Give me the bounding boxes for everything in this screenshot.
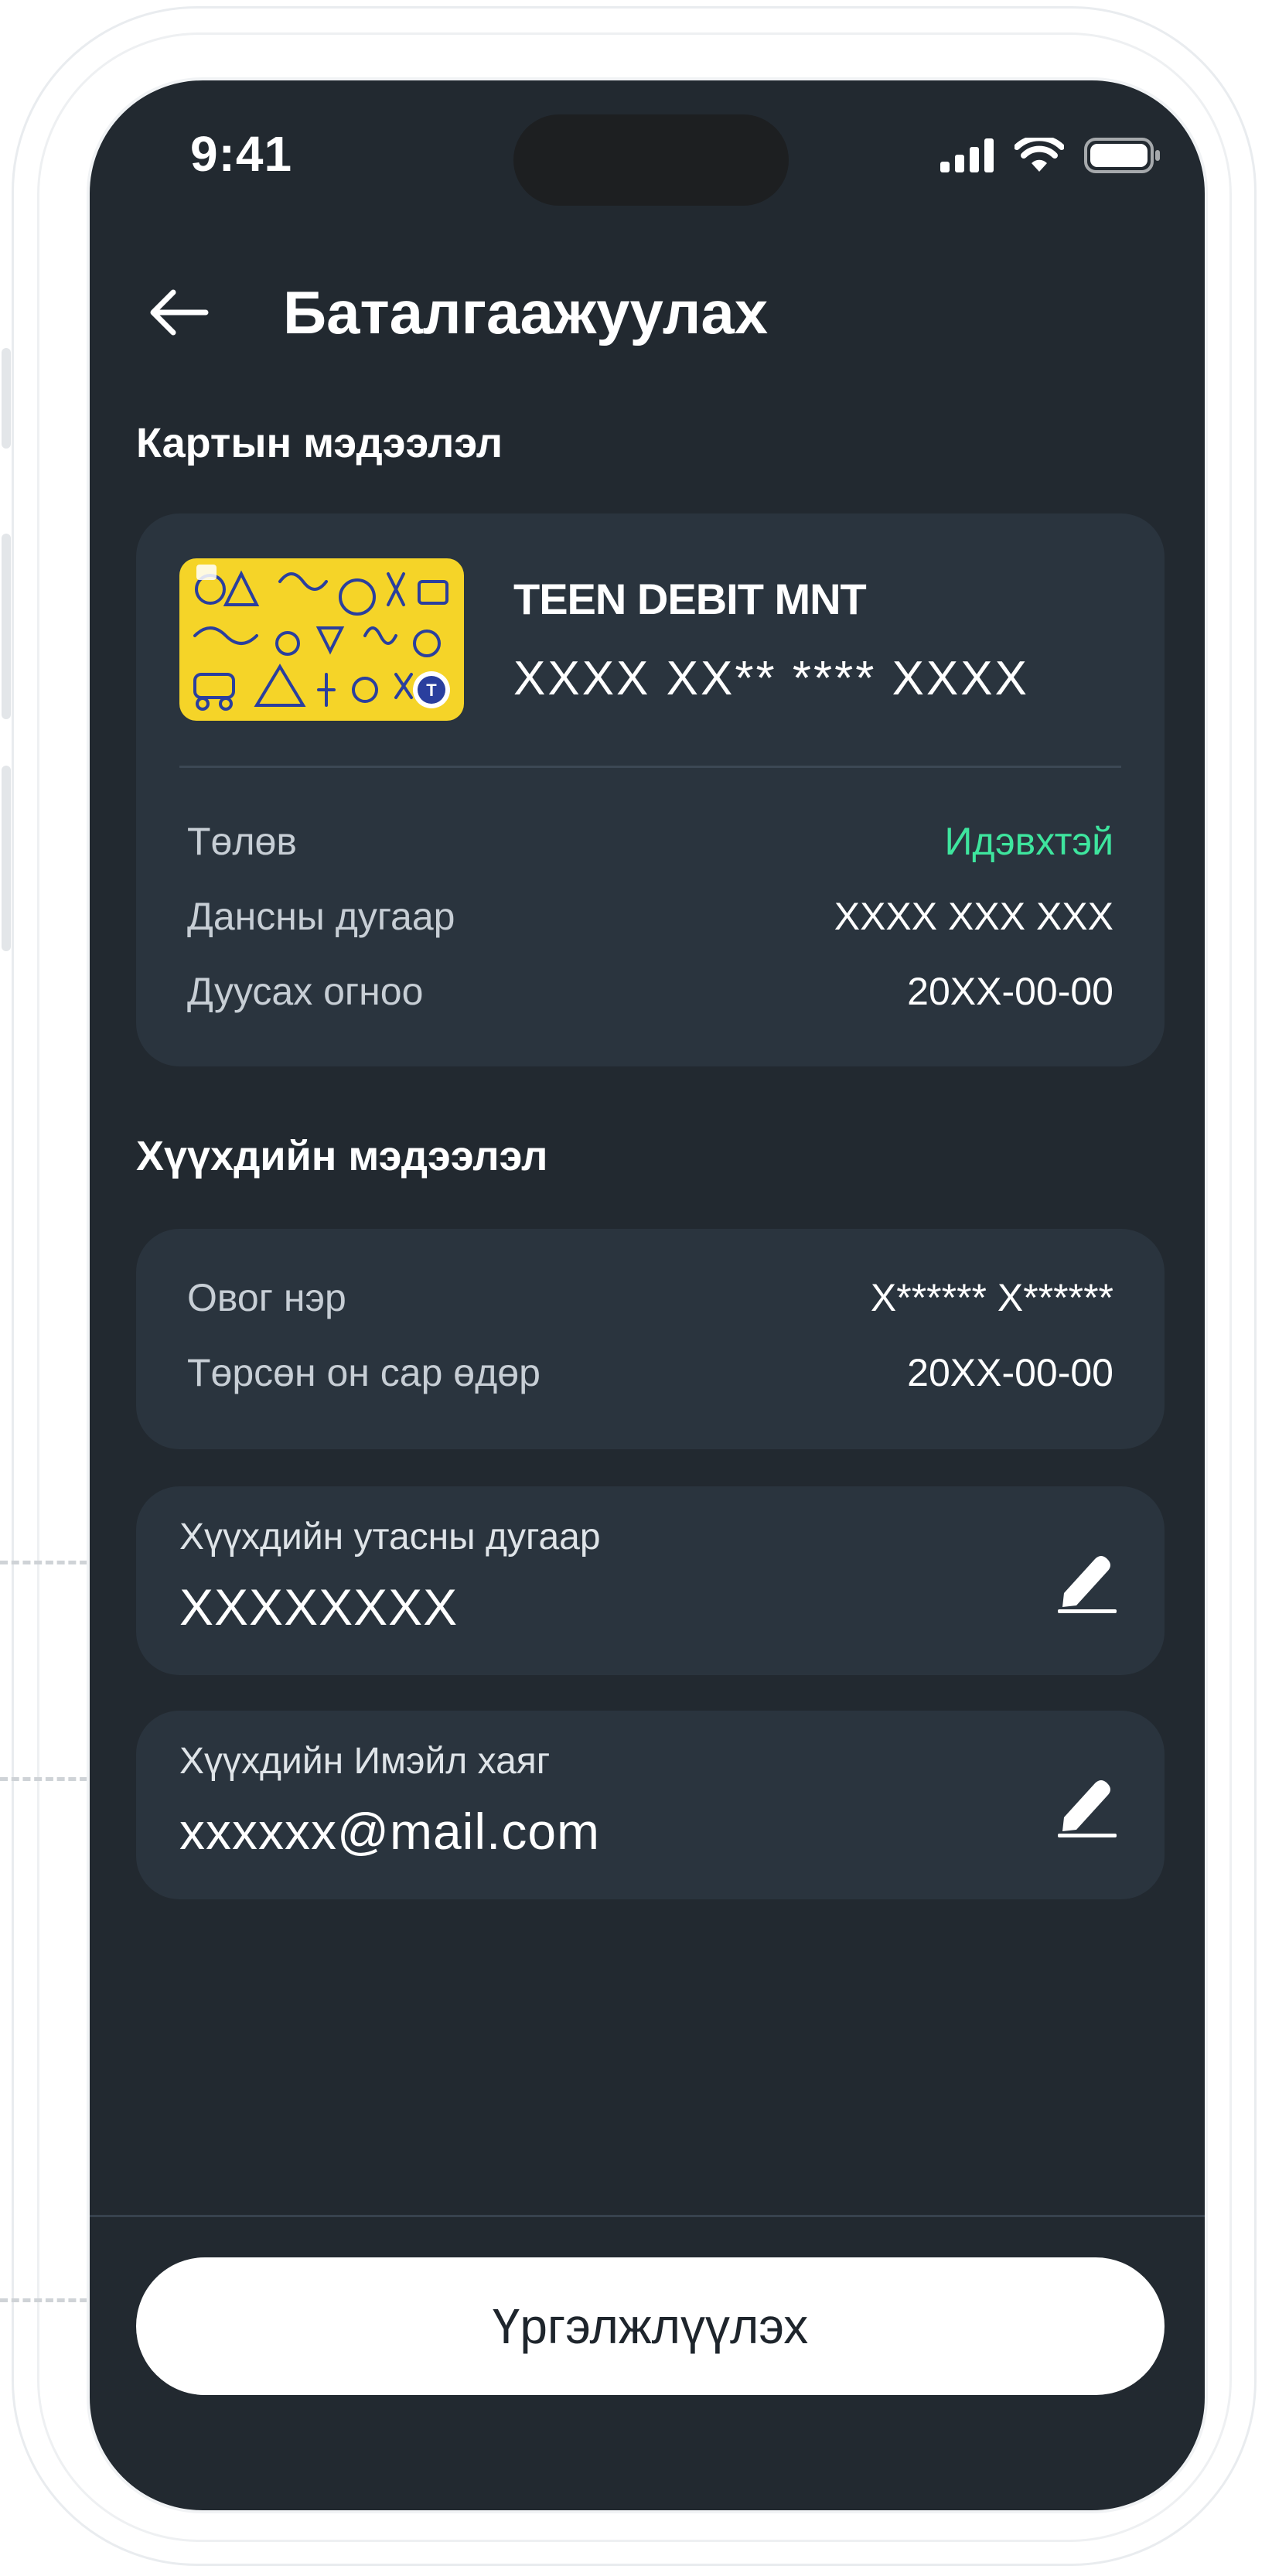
child-info-panel: Овог нэр X****** X****** Төрсөн он сар ө… [136, 1229, 1165, 1449]
edit-pen-icon [1058, 1556, 1117, 1613]
status-icons [940, 138, 1161, 173]
teen-card-image: T [179, 558, 464, 721]
card-number: XXXX XX** **** XXXX [513, 652, 1029, 705]
card-divider [179, 766, 1121, 768]
svg-text:T: T [426, 681, 437, 700]
child-email-value: xxxxxx@mail.com [179, 1803, 601, 1860]
status-row: Төлөв Идэвхтэй [187, 819, 1113, 864]
child-phone-field[interactable]: Хүүхдийн утасны дугаар XXXXXXXX [136, 1486, 1165, 1675]
birth-date-row: Төрсөн он сар өдөр 20XX-00-00 [187, 1350, 1113, 1395]
side-button-volume-up [2, 534, 11, 719]
phone-screen: 9:41 Баталгаажуулах Картын мэдээлэл T TE… [87, 77, 1208, 2513]
status-time: 9:41 [190, 126, 293, 182]
child-section-label: Хүүхдийн мэдээлэл [136, 1133, 548, 1179]
status-value: Идэвхтэй [944, 820, 1113, 863]
edit-email-button[interactable] [1056, 1770, 1118, 1840]
child-name-value: X****** X****** [870, 1276, 1113, 1319]
battery-icon [1084, 138, 1160, 173]
expiry-date-value: 20XX-00-00 [907, 970, 1113, 1013]
child-email-label: Хүүхдийн Имэйл хаяг [179, 1741, 551, 1782]
side-button-volume-down [2, 766, 11, 951]
account-number-value: XXXX XXX XXX [834, 895, 1113, 938]
card-doodle-pattern: T [193, 565, 450, 711]
expiry-date-label: Дуусах огноо [187, 970, 424, 1013]
dynamic-island [513, 114, 789, 206]
account-number-label: Дансны дугаар [187, 895, 455, 938]
header: Баталгаажуулах [136, 270, 768, 355]
account-number-row: Дансны дугаар XXXX XXX XXX [187, 894, 1113, 939]
child-phone-value: XXXXXXXX [179, 1578, 459, 1636]
side-button-mute [2, 348, 11, 449]
child-phone-label: Хүүхдийн утасны дугаар [179, 1517, 601, 1558]
continue-button[interactable]: Үргэлжлүүлэх [136, 2257, 1165, 2395]
back-button[interactable] [136, 270, 221, 355]
bottom-divider [90, 2215, 1205, 2217]
expiry-date-row: Дуусах огноо 20XX-00-00 [187, 969, 1113, 1014]
back-arrow-icon [150, 289, 209, 336]
birth-date-value: 20XX-00-00 [907, 1351, 1113, 1394]
card-name: TEEN DEBIT MNT [513, 575, 867, 623]
page-title: Баталгаажуулах [283, 278, 769, 346]
card-info-panel: T TEEN DEBIT MNT XXXX XX** **** XXXX Төл… [136, 513, 1165, 1066]
signal-icon [940, 138, 994, 172]
edit-pen-icon [1058, 1780, 1117, 1837]
child-name-row: Овог нэр X****** X****** [187, 1275, 1113, 1320]
child-name-label: Овог нэр [187, 1276, 346, 1319]
card-section-label: Картын мэдээлэл [136, 420, 503, 466]
wifi-icon [1015, 138, 1064, 172]
edit-phone-button[interactable] [1056, 1546, 1118, 1616]
status-label: Төлөв [187, 820, 297, 863]
birth-date-label: Төрсөн он сар өдөр [187, 1351, 541, 1394]
child-email-field[interactable]: Хүүхдийн Имэйл хаяг xxxxxx@mail.com [136, 1711, 1165, 1899]
